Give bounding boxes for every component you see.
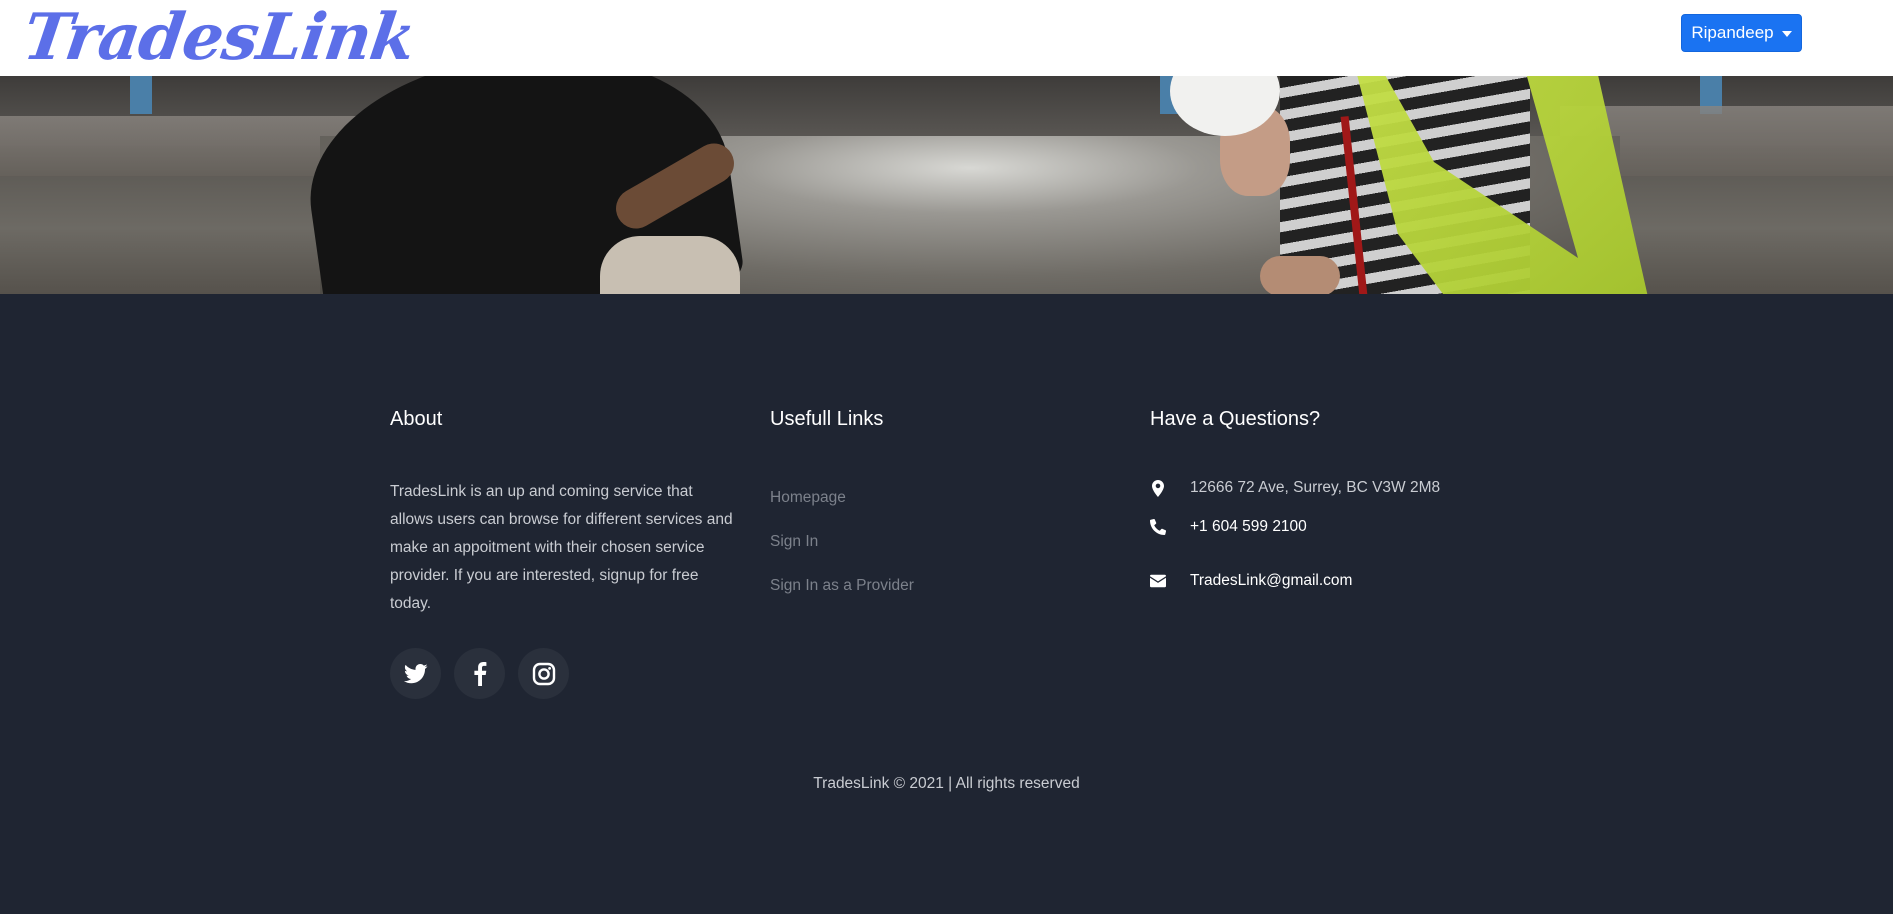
footer-link-sign-in-provider[interactable]: Sign In as a Provider (770, 577, 914, 595)
contact-email: TradesLink@gmail.com (1150, 572, 1352, 590)
contact-title: Have a Questions? (1150, 408, 1321, 430)
copyright-text: TradesLink © 2021 | All rights reserved (813, 775, 1080, 792)
hero-pillar (130, 76, 152, 114)
contact-email-text[interactable]: TradesLink@gmail.com (1190, 572, 1352, 590)
instagram-button[interactable] (518, 648, 569, 699)
hero-image (0, 76, 1893, 294)
envelope-icon (1150, 572, 1166, 590)
contact-address-text: 12666 72 Ave, Surrey, BC V3W 2M8 (1190, 479, 1441, 496)
hero-worker-hand (1260, 256, 1340, 294)
logo[interactable]: TradesLink (19, 0, 419, 76)
twitter-button[interactable] (390, 648, 441, 699)
facebook-button[interactable] (454, 648, 505, 699)
phone-icon (1150, 518, 1166, 536)
navbar: TradesLink Ripandeep (0, 0, 1893, 76)
user-menu-button[interactable]: Ripandeep (1681, 14, 1802, 52)
footer-link-sign-in[interactable]: Sign In (770, 533, 818, 551)
instagram-icon (532, 662, 555, 685)
map-pin-icon (1150, 479, 1166, 497)
contact-phone-text[interactable]: +1 604 599 2100 (1190, 518, 1307, 536)
chevron-down-icon (1781, 31, 1792, 37)
links-title: Usefull Links (770, 408, 884, 430)
twitter-icon (403, 663, 428, 683)
facebook-icon (473, 661, 486, 686)
about-title: About (390, 408, 443, 430)
user-menu-label: Ripandeep (1691, 23, 1774, 42)
about-text: TradesLink is an up and coming service t… (390, 483, 733, 612)
footer-link-homepage[interactable]: Homepage (770, 489, 846, 507)
contact-address: 12666 72 Ave, Surrey, BC V3W 2M8 (1150, 479, 1440, 497)
contact-phone: +1 604 599 2100 (1150, 518, 1307, 536)
hero-worker-pants (600, 236, 740, 294)
